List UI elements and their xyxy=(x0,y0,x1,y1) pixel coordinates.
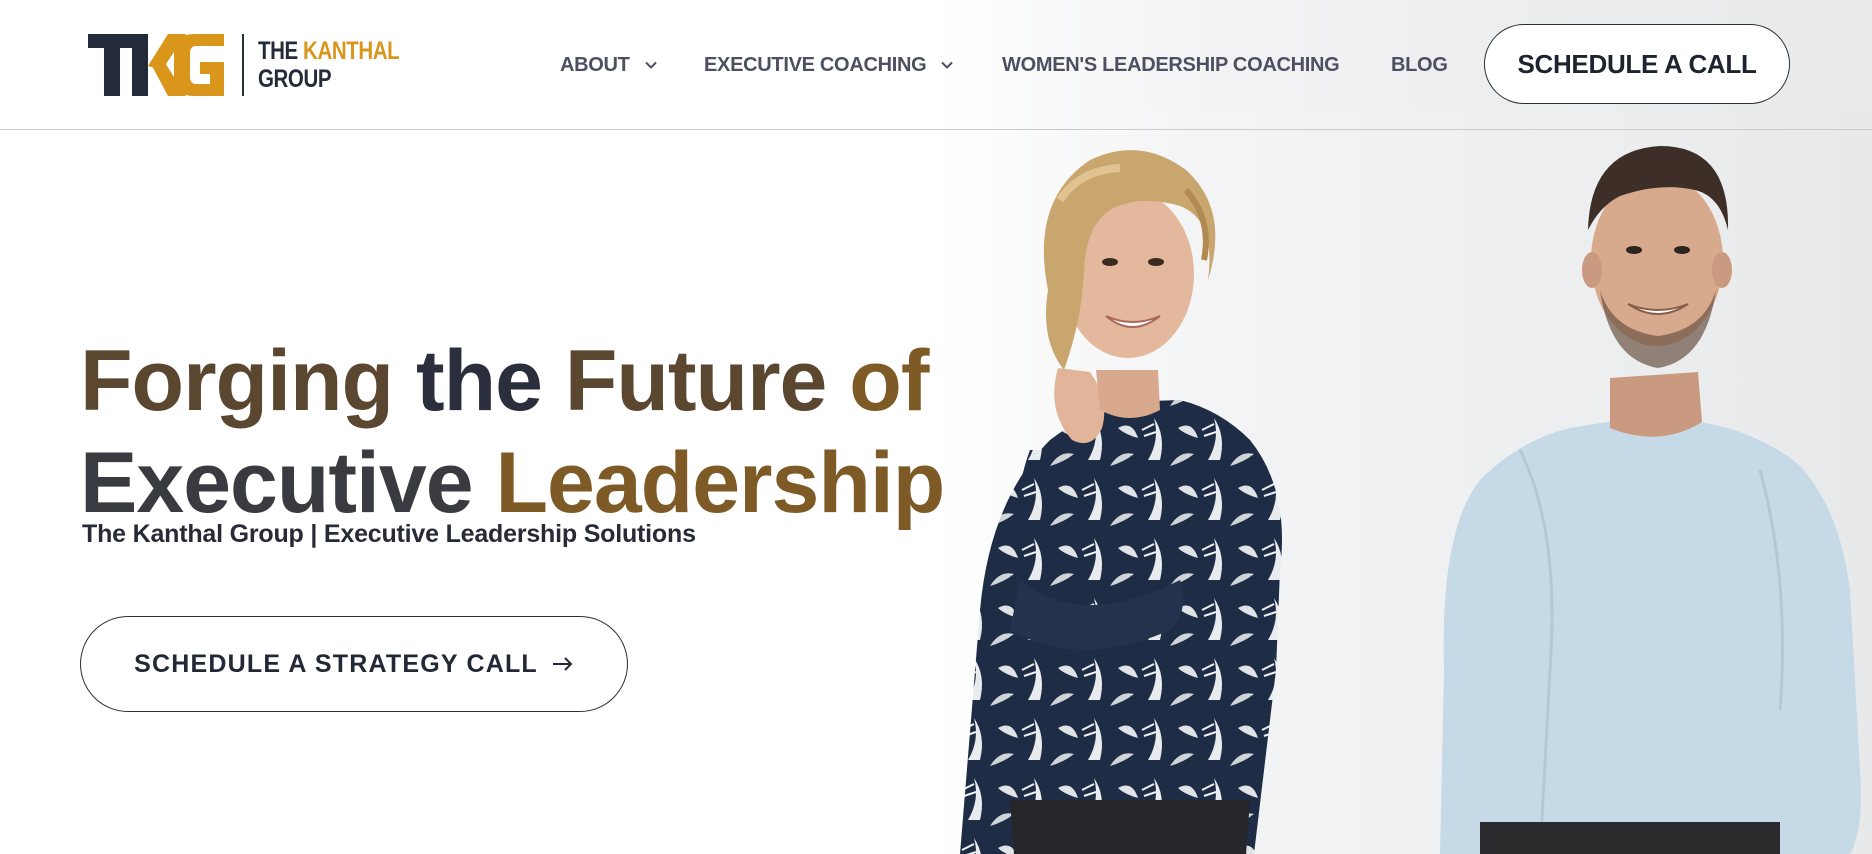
landing-page: THE KANTHAL GROUP ABOUT EXECUTIVE COACHI… xyxy=(0,0,1872,854)
nav-item-label: ABOUT xyxy=(560,53,630,76)
logo-divider xyxy=(242,34,244,96)
site-header: THE KANTHAL GROUP ABOUT EXECUTIVE COACHI… xyxy=(0,0,1872,130)
hero-title-word: of xyxy=(849,332,929,429)
schedule-strategy-call-button[interactable]: SCHEDULE A STRATEGY CALL xyxy=(80,616,628,712)
hero-title-word: the xyxy=(415,332,543,429)
nav-item-label: EXECUTIVE COACHING xyxy=(704,53,927,76)
hero-title-line-1: Forging the Future of xyxy=(80,330,1040,432)
chevron-down-icon xyxy=(644,58,658,72)
chevron-down-icon xyxy=(940,58,954,72)
nav-item-about[interactable]: ABOUT xyxy=(560,50,658,80)
nav-item-executive-coaching[interactable]: EXECUTIVE COACHING xyxy=(704,50,954,80)
nav-item-label: BLOG xyxy=(1391,53,1448,76)
schedule-call-button[interactable]: SCHEDULE A CALL xyxy=(1484,24,1790,104)
hero-subtitle: The Kanthal Group | Executive Leadership… xyxy=(82,520,696,548)
hero-title-word: Forging xyxy=(80,332,394,429)
hero-title: Forging the Future of Executive Leadersh… xyxy=(80,330,1040,534)
logo-word-group: GROUP xyxy=(258,65,332,93)
brand-logo[interactable]: THE KANTHAL GROUP xyxy=(88,32,430,98)
nav-item-label: WOMEN'S LEADERSHIP COACHING xyxy=(1002,53,1340,76)
hero-title-line-2: Executive Leadership xyxy=(80,432,1040,534)
logo-wordmark: THE KANTHAL GROUP xyxy=(258,37,400,93)
nav-item-womens-leadership-coaching[interactable]: WOMEN'S LEADERSHIP COACHING xyxy=(1002,50,1340,80)
logo-mark-icon xyxy=(88,32,224,98)
nav-item-blog[interactable]: BLOG xyxy=(1391,50,1448,80)
hero-title-word: Future xyxy=(564,332,828,429)
hero-title-word: Executive xyxy=(80,434,474,531)
arrow-right-icon xyxy=(552,656,574,672)
logo-word-kanthal: KANTHAL xyxy=(303,37,400,65)
hero-photo xyxy=(960,110,1872,854)
logo-word-the: THE xyxy=(258,37,298,65)
hero-title-word: Leadership xyxy=(495,434,945,531)
hero-cta-label: SCHEDULE A STRATEGY CALL xyxy=(134,649,538,678)
